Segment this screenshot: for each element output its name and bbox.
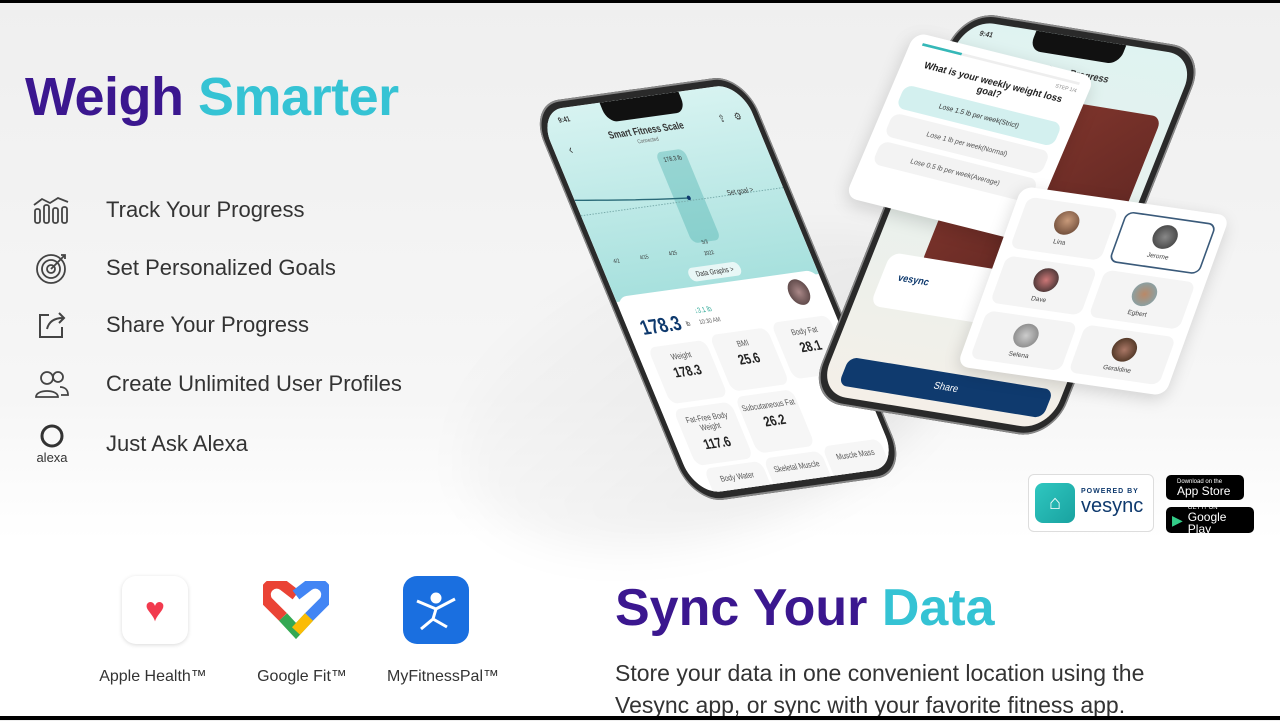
notch	[1028, 30, 1127, 65]
feature-alexa: alexa Just Ask Alexa	[30, 420, 248, 468]
play-icon: ▶	[1172, 511, 1183, 528]
profile-geraldine[interactable]: Geraldine	[1068, 324, 1176, 386]
vesync-home-icon: ⌂	[1035, 483, 1075, 523]
apple-health-icon: ♥	[122, 576, 188, 644]
google-fit-icon	[263, 576, 329, 644]
profile-selena[interactable]: Selena	[969, 310, 1078, 372]
feature-track: Track Your Progress	[30, 190, 305, 230]
profile-lina[interactable]: Lina	[1009, 196, 1119, 261]
app-store-badge[interactable]: Download on the App Store	[1166, 475, 1244, 500]
google-play-badge[interactable]: ▶ GET IT ON Google Play	[1166, 505, 1254, 535]
alexa-icon: alexa	[30, 420, 74, 468]
feature-share: Share Your Progress	[30, 305, 309, 345]
bottom-border	[0, 716, 1280, 720]
share-icon	[30, 305, 74, 345]
top-border	[0, 0, 1280, 3]
profile-egbert[interactable]: Egbert	[1088, 269, 1196, 330]
profile-jerome[interactable]: Jerome	[1108, 210, 1218, 275]
feature-profiles: Create Unlimited User Profiles	[30, 364, 402, 404]
myfitnesspal-icon	[403, 576, 469, 644]
sync-title: Sync Your Data	[615, 579, 995, 637]
headline: Weigh Smarter	[25, 67, 399, 127]
users-icon	[30, 364, 74, 404]
bar-chart-icon	[30, 190, 74, 230]
profile-dave[interactable]: Dave	[989, 255, 1098, 316]
sync-body: Store your data in one convenient locati…	[615, 660, 1145, 718]
feature-goals: Set Personalized Goals	[30, 248, 336, 288]
vesync-badge: ⌂ POWERED BY vesync	[1028, 474, 1154, 532]
target-icon	[30, 248, 74, 288]
